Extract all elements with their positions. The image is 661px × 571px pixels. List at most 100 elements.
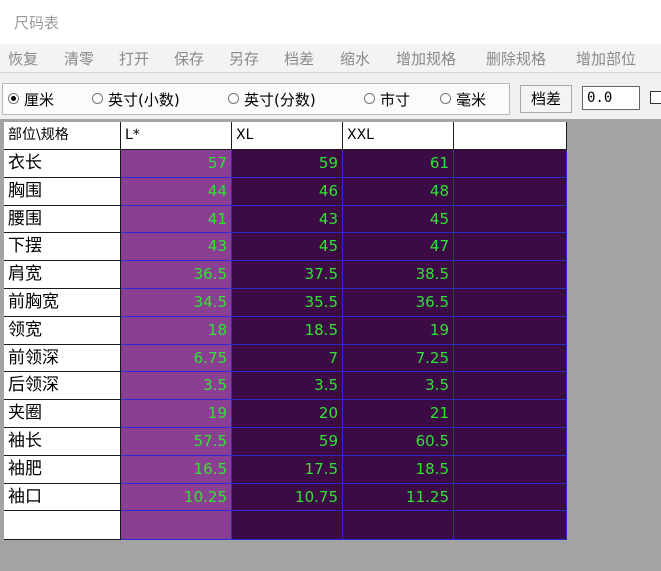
part-label[interactable]: 腰围 — [4, 205, 121, 234]
radio-unchecked-icon — [92, 93, 103, 104]
value-cell[interactable]: 47 — [343, 233, 454, 262]
value-cell[interactable]: 20 — [232, 400, 343, 428]
value-cell[interactable] — [454, 511, 567, 540]
value-cell[interactable]: 16.5 — [121, 455, 232, 484]
value-cell[interactable]: 59 — [232, 150, 343, 178]
radio-label: 毫米 — [456, 91, 487, 109]
radio-label: 英寸(小数) — [108, 91, 180, 109]
value-cell[interactable] — [454, 233, 567, 262]
menu-shrink[interactable]: 缩水 — [340, 48, 370, 69]
value-cell[interactable] — [454, 289, 567, 317]
value-cell[interactable]: 45 — [343, 205, 454, 234]
value-cell[interactable]: 36.5 — [343, 289, 454, 317]
corner-header: 部位\规格 — [4, 122, 121, 150]
size-header[interactable]: XXL — [343, 122, 454, 150]
part-label[interactable]: 下摆 — [4, 233, 121, 262]
value-cell[interactable]: 44 — [121, 177, 232, 206]
value-cell[interactable]: 10.75 — [232, 483, 343, 512]
value-cell[interactable] — [454, 344, 567, 373]
part-label[interactable]: 前领深 — [4, 344, 121, 373]
value-cell[interactable]: 35.5 — [232, 289, 343, 317]
value-cell[interactable]: 3.5 — [343, 372, 454, 401]
value-cell[interactable]: 17.5 — [232, 455, 343, 484]
value-cell[interactable] — [343, 511, 454, 540]
menu-delete-size[interactable]: 删除规格 — [486, 48, 546, 69]
value-cell[interactable]: 41 — [121, 205, 232, 234]
part-label[interactable] — [4, 511, 121, 540]
menu-add-size[interactable]: 增加规格 — [396, 48, 456, 69]
radio-label: 市寸 — [380, 91, 411, 109]
value-cell[interactable]: 57.5 — [121, 428, 232, 456]
part-label[interactable]: 领宽 — [4, 316, 121, 345]
unit-toolbar: 厘米 英寸(小数) 英寸(分数) 市寸 毫米 档差 0.0 — [0, 73, 661, 119]
value-cell[interactable]: 19 — [343, 316, 454, 345]
value-cell[interactable]: 60.5 — [343, 428, 454, 456]
checkbox[interactable] — [650, 91, 661, 104]
value-cell[interactable] — [454, 316, 567, 345]
value-cell[interactable]: 6.75 — [121, 344, 232, 373]
part-label[interactable]: 胸围 — [4, 177, 121, 206]
value-cell[interactable]: 11.25 — [343, 483, 454, 512]
radio-unchecked-icon — [228, 93, 239, 104]
value-cell[interactable]: 48 — [343, 177, 454, 206]
part-label[interactable]: 袖口 — [4, 483, 121, 512]
grade-button[interactable]: 档差 — [520, 85, 572, 113]
value-cell[interactable]: 37.5 — [232, 261, 343, 289]
value-cell[interactable] — [454, 205, 567, 234]
value-cell[interactable] — [454, 483, 567, 512]
value-cell[interactable] — [454, 372, 567, 401]
radio-unchecked-icon — [440, 93, 451, 104]
value-cell[interactable] — [454, 177, 567, 206]
part-label[interactable]: 袖长 — [4, 428, 121, 456]
value-cell[interactable]: 18.5 — [343, 455, 454, 484]
part-label[interactable]: 衣长 — [4, 150, 121, 178]
value-cell[interactable] — [454, 150, 567, 178]
value-cell[interactable]: 7.25 — [343, 344, 454, 373]
menu-add-part[interactable]: 增加部位 — [576, 48, 636, 69]
size-header[interactable] — [454, 122, 567, 150]
window-title: 尺码表 — [14, 14, 60, 32]
size-header[interactable]: L* — [121, 122, 232, 150]
value-cell[interactable]: 38.5 — [343, 261, 454, 289]
value-cell[interactable] — [454, 428, 567, 456]
value-cell[interactable]: 43 — [232, 205, 343, 234]
value-cell[interactable] — [121, 511, 232, 540]
part-label[interactable]: 后领深 — [4, 372, 121, 401]
menu-clear[interactable]: 清零 — [64, 48, 94, 69]
part-label[interactable]: 夹圈 — [4, 400, 121, 428]
value-cell[interactable]: 61 — [343, 150, 454, 178]
radio-label: 厘米 — [24, 91, 55, 109]
part-label[interactable]: 袖肥 — [4, 455, 121, 484]
menu-grade[interactable]: 档差 — [284, 48, 314, 69]
size-table: 部位\规格 L* XL XXL 衣长 57 59 61 胸围 44 46 48 腰围 41 43 45 下摆 43… — [4, 122, 567, 540]
value-cell[interactable]: 10.25 — [121, 483, 232, 512]
value-cell[interactable] — [232, 511, 343, 540]
menu-save-as[interactable]: 另存 — [229, 48, 259, 69]
part-label[interactable]: 前胸宽 — [4, 289, 121, 317]
value-cell[interactable] — [454, 261, 567, 289]
value-cell[interactable]: 21 — [343, 400, 454, 428]
value-cell[interactable]: 18 — [121, 316, 232, 345]
value-cell[interactable]: 46 — [232, 177, 343, 206]
size-header[interactable]: XL — [232, 122, 343, 150]
menu-restore[interactable]: 恢复 — [8, 48, 38, 69]
value-cell[interactable]: 3.5 — [121, 372, 232, 401]
value-cell[interactable] — [454, 455, 567, 484]
value-cell[interactable]: 3.5 — [232, 372, 343, 401]
title-bar: 尺码表 — [0, 0, 661, 44]
value-cell[interactable]: 36.5 — [121, 261, 232, 289]
menu-save[interactable]: 保存 — [174, 48, 204, 69]
value-cell[interactable]: 19 — [121, 400, 232, 428]
value-cell[interactable]: 43 — [121, 233, 232, 262]
value-cell[interactable]: 59 — [232, 428, 343, 456]
value-cell[interactable]: 18.5 — [232, 316, 343, 345]
menu-bar: 恢复 清零 打开 保存 另存 档差 缩水 增加规格 删除规格 增加部位 — [0, 44, 661, 73]
part-label[interactable]: 肩宽 — [4, 261, 121, 289]
value-cell[interactable]: 57 — [121, 150, 232, 178]
value-cell[interactable]: 7 — [232, 344, 343, 373]
value-cell[interactable] — [454, 400, 567, 428]
value-cell[interactable]: 34.5 — [121, 289, 232, 317]
value-cell[interactable]: 45 — [232, 233, 343, 262]
grade-input[interactable]: 0.0 — [582, 86, 640, 110]
menu-open[interactable]: 打开 — [119, 48, 149, 69]
